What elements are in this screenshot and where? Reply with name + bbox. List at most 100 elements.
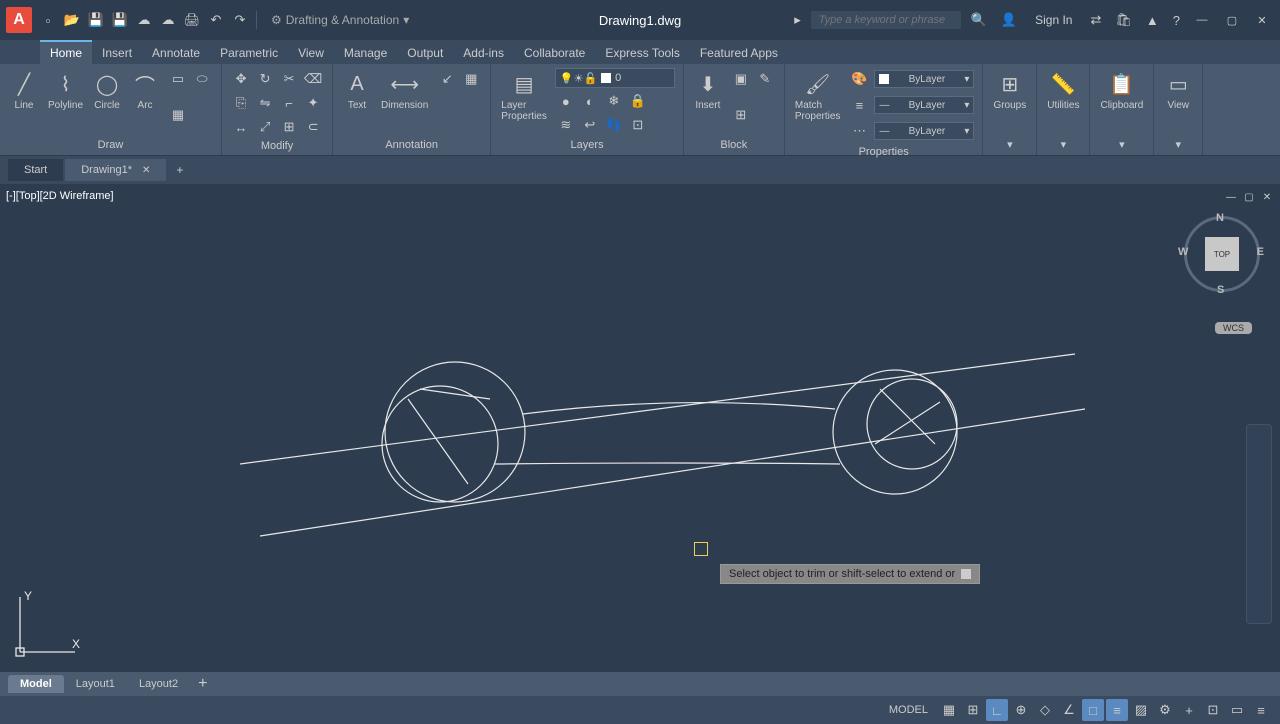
add-layout-button[interactable]: + [190, 672, 215, 696]
polar-toggle-icon[interactable]: ⊕ [1010, 699, 1032, 721]
save-icon[interactable]: 💾 [86, 10, 106, 30]
panel-clipboard-expand[interactable]: ▾ [1098, 136, 1145, 151]
panel-utilities-expand[interactable]: ▾ [1045, 136, 1081, 151]
ortho-toggle-icon[interactable]: ∟ [986, 699, 1008, 721]
table-icon[interactable]: ▦ [460, 68, 482, 90]
redo-icon[interactable]: ↷ [230, 10, 250, 30]
isoplane-icon[interactable]: ◇ [1034, 699, 1056, 721]
arc-tool[interactable]: ⌒Arc [129, 68, 161, 137]
cloud-open-icon[interactable]: ☁ [134, 10, 154, 30]
signin-button[interactable]: Sign In [1027, 13, 1080, 27]
grid-toggle-icon[interactable]: ▦ [938, 699, 960, 721]
hatch-icon[interactable]: ▦ [167, 104, 189, 126]
panel-modify-label[interactable]: Modify [230, 138, 324, 152]
close-button[interactable]: ✕ [1250, 10, 1274, 30]
help-icon[interactable]: ? [1169, 13, 1184, 28]
polyline-tool[interactable]: ⌇Polyline [46, 68, 85, 137]
color-icon[interactable]: 🎨 [848, 68, 870, 90]
undo-icon[interactable]: ↶ [206, 10, 226, 30]
compass-n[interactable]: N [1216, 212, 1224, 224]
mirror-icon[interactable]: ⇋ [254, 92, 276, 114]
edit-attr-icon[interactable]: ⊞ [730, 104, 752, 126]
edit-block-icon[interactable]: ✎ [754, 68, 776, 90]
compass-w[interactable]: W [1178, 246, 1188, 258]
layer-dropdown[interactable]: 💡 ☀ 🔓 0 [555, 68, 675, 88]
maximize-button[interactable]: ▢ [1220, 10, 1244, 30]
tab-parametric[interactable]: Parametric [210, 42, 288, 64]
circle-tool[interactable]: ◯Circle [91, 68, 123, 137]
status-model-label[interactable]: MODEL [881, 704, 936, 716]
create-block-icon[interactable]: ▣ [730, 68, 752, 90]
panel-properties-label[interactable]: Properties [793, 144, 975, 158]
layer-walk-icon[interactable]: 👣 [603, 114, 625, 136]
move-icon[interactable]: ✥ [230, 68, 252, 90]
navigation-bar[interactable] [1246, 424, 1272, 624]
tab-view[interactable]: View [288, 42, 334, 64]
utilities-tool[interactable]: 📏Utilities [1045, 68, 1081, 136]
layer-prev-icon[interactable]: ↩ [579, 114, 601, 136]
layer-properties-tool[interactable]: ▤Layer Properties [499, 68, 549, 137]
search-input[interactable] [811, 11, 961, 29]
lineweight-dropdown[interactable]: —ByLayer▾ [874, 96, 974, 114]
workspace-selector[interactable]: ⚙ Drafting & Annotation ▾ [271, 13, 409, 27]
tab-express-tools[interactable]: Express Tools [595, 42, 689, 64]
color-dropdown[interactable]: ByLayer▾ [874, 70, 974, 88]
tab-collaborate[interactable]: Collaborate [514, 42, 595, 64]
compass-s[interactable]: S [1217, 284, 1224, 296]
tab-manage[interactable]: Manage [334, 42, 397, 64]
layout-tab-model[interactable]: Model [8, 675, 64, 693]
exchange-icon[interactable]: ⇄ [1086, 12, 1105, 28]
layer-iso-icon[interactable]: ◐ [579, 90, 601, 112]
rectangle-icon[interactable]: ▭ [167, 68, 189, 90]
copy-icon[interactable]: ⎘ [230, 92, 252, 114]
tab-home[interactable]: Home [40, 40, 92, 64]
text-tool[interactable]: AText [341, 68, 373, 137]
close-tab-icon[interactable]: ✕ [142, 165, 150, 176]
cloud-save-icon[interactable]: ☁ [158, 10, 178, 30]
clipboard-tool[interactable]: 📋Clipboard [1098, 68, 1145, 136]
trim-icon[interactable]: ✂ [278, 68, 300, 90]
linetype-icon[interactable]: ⋯ [848, 120, 870, 142]
view-cube[interactable]: N S E W TOP [1182, 214, 1262, 294]
osnap-toggle-icon[interactable]: □ [1082, 699, 1104, 721]
infocenter-icon[interactable]: 🔍 [967, 12, 991, 28]
cycling-icon[interactable]: ⚙ [1154, 699, 1176, 721]
tab-annotate[interactable]: Annotate [142, 42, 210, 64]
layer-freeze2-icon[interactable]: ❄ [603, 90, 625, 112]
transparency-icon[interactable]: ▨ [1130, 699, 1152, 721]
groups-tool[interactable]: ⊞Groups [991, 68, 1028, 136]
panel-layers-label[interactable]: Layers [499, 137, 675, 151]
search-expand-icon[interactable]: ▸ [790, 12, 805, 28]
view-tool[interactable]: ▭View [1162, 68, 1194, 136]
explode-icon[interactable]: ✦ [302, 92, 324, 114]
panel-groups-expand[interactable]: ▾ [991, 136, 1028, 151]
a360-icon[interactable]: ▲ [1142, 13, 1163, 28]
panel-draw-label[interactable]: Draw [8, 137, 213, 151]
dimension-tool[interactable]: ⟷Dimension [379, 68, 430, 137]
panel-annotation-label[interactable]: Annotation [341, 137, 482, 151]
add-tab-button[interactable]: + [168, 159, 191, 181]
fillet-icon[interactable]: ⌐ [278, 92, 300, 114]
array-icon[interactable]: ⊞ [278, 116, 300, 138]
app-store-icon[interactable]: 🛍 [1111, 12, 1136, 28]
workspace-icon[interactable]: ⊡ [1202, 699, 1224, 721]
panel-view-expand[interactable]: ▾ [1162, 136, 1194, 151]
layer-states-icon[interactable]: ⊡ [627, 114, 649, 136]
tab-featured-apps[interactable]: Featured Apps [690, 42, 788, 64]
snap-toggle-icon[interactable]: ⊞ [962, 699, 984, 721]
app-icon[interactable]: A [6, 7, 32, 33]
monitor-icon[interactable]: ▭ [1226, 699, 1248, 721]
line-tool[interactable]: ╱Line [8, 68, 40, 137]
customize-icon[interactable]: ≡ [1250, 699, 1272, 721]
minimize-button[interactable]: — [1190, 10, 1214, 30]
leader-icon[interactable]: ↙ [436, 68, 458, 90]
open-icon[interactable]: 📂 [62, 10, 82, 30]
layer-lock2-icon[interactable]: 🔒 [627, 90, 649, 112]
doc-tab-drawing1[interactable]: Drawing1*✕ [65, 159, 166, 181]
insert-tool[interactable]: ⬇Insert [692, 68, 724, 137]
annotation-scale-icon[interactable]: + [1178, 699, 1200, 721]
match-properties-tool[interactable]: 🖌Match Properties [793, 68, 843, 144]
tab-addins[interactable]: Add-ins [453, 42, 514, 64]
scale-icon[interactable]: ⤢ [254, 116, 276, 138]
linetype-dropdown[interactable]: —ByLayer▾ [874, 122, 974, 140]
